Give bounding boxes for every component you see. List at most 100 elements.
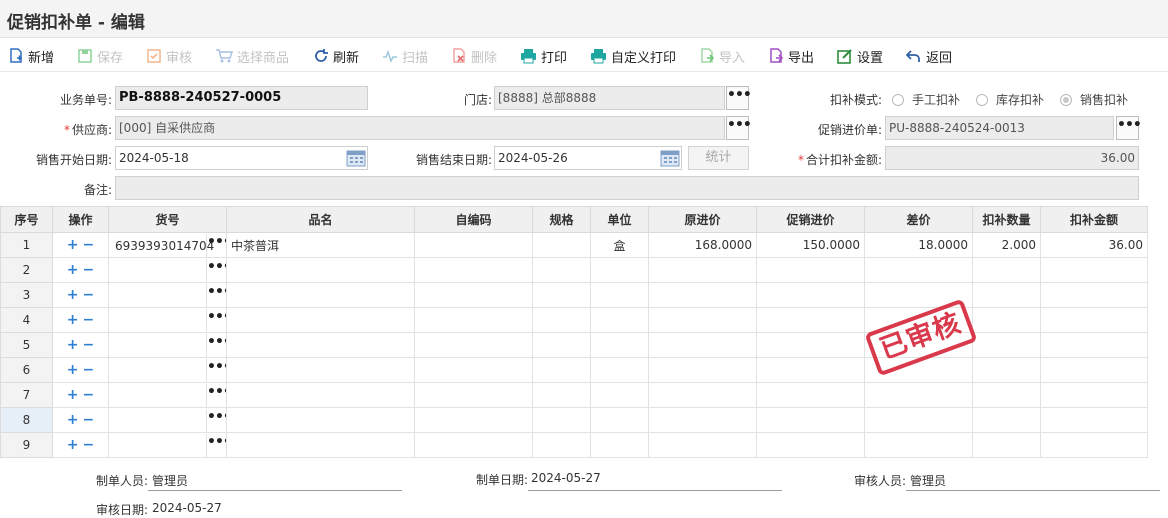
- cell-name[interactable]: [226, 282, 415, 308]
- cell-diff[interactable]: 18.0000: [864, 232, 973, 258]
- col-header-orig-price[interactable]: 原进价: [648, 206, 757, 233]
- cell-amount[interactable]: 36.00: [1040, 232, 1148, 258]
- cell-selfcode[interactable]: [414, 307, 533, 333]
- cell-unit[interactable]: [590, 357, 649, 383]
- custom-print-button[interactable]: 自定义打印: [590, 46, 676, 66]
- import-button[interactable]: 导入: [699, 46, 745, 66]
- cell-unit[interactable]: 盒: [590, 232, 649, 258]
- col-header-unit[interactable]: 单位: [590, 206, 649, 233]
- cell-spec[interactable]: [532, 407, 591, 433]
- cell-name[interactable]: 中茶普洱: [226, 232, 415, 258]
- cell-unit[interactable]: [590, 257, 649, 283]
- supplier-picker-button[interactable]: •••: [726, 116, 752, 140]
- cell-qty[interactable]: [972, 407, 1041, 433]
- mode-sales-radio[interactable]: 销售扣补: [1060, 91, 1128, 108]
- store-field[interactable]: [8888] 总部8888: [494, 86, 725, 110]
- refresh-button[interactable]: 刷新: [313, 46, 359, 66]
- remove-row-icon[interactable]: −: [82, 337, 95, 353]
- end-date-field[interactable]: 2024-05-26: [494, 146, 682, 170]
- cell-name[interactable]: [226, 382, 415, 408]
- remove-row-icon[interactable]: −: [82, 237, 95, 253]
- cell-spec[interactable]: [532, 282, 591, 308]
- select-goods-button[interactable]: 选择商品: [215, 46, 289, 66]
- scan-button[interactable]: 扫描: [382, 46, 428, 66]
- print-button[interactable]: 打印: [520, 46, 567, 66]
- cell-orig-price[interactable]: [648, 332, 757, 358]
- cell-orig-price[interactable]: [648, 357, 757, 383]
- calendar-icon[interactable]: [346, 149, 366, 167]
- cell-spec[interactable]: [532, 432, 591, 458]
- cell-orig-price[interactable]: [648, 432, 757, 458]
- cell-amount[interactable]: [1040, 332, 1148, 358]
- goods-picker-button[interactable]: •••: [206, 433, 226, 457]
- cell-spec[interactable]: [532, 357, 591, 383]
- cell-unit[interactable]: [590, 432, 649, 458]
- table-row[interactable]: 2+ −•••: [0, 257, 1148, 283]
- col-header-diff[interactable]: 差价: [864, 206, 973, 233]
- cell-qty[interactable]: 2.000: [972, 232, 1041, 258]
- cell-promo-price[interactable]: [756, 407, 865, 433]
- goods-picker-button[interactable]: •••: [206, 283, 226, 307]
- cell-selfcode[interactable]: [414, 432, 533, 458]
- col-header-selfcode[interactable]: 自编码: [414, 206, 533, 233]
- settings-button[interactable]: 设置: [837, 46, 883, 66]
- cell-code[interactable]: •••: [108, 357, 227, 383]
- goods-picker-button[interactable]: •••: [206, 333, 226, 357]
- calendar-icon[interactable]: [660, 149, 680, 167]
- cell-code[interactable]: •••: [108, 257, 227, 283]
- supplier-field[interactable]: [000] 自采供应商: [115, 116, 725, 140]
- store-picker-button[interactable]: •••: [726, 86, 752, 110]
- mode-manual-radio[interactable]: 手工扣补: [892, 91, 960, 108]
- cell-amount[interactable]: [1040, 357, 1148, 383]
- cell-selfcode[interactable]: [414, 382, 533, 408]
- cell-diff[interactable]: [864, 382, 973, 408]
- cell-selfcode[interactable]: [414, 357, 533, 383]
- col-header-spec[interactable]: 规格: [532, 206, 591, 233]
- col-header-qty[interactable]: 扣补数量: [972, 206, 1041, 233]
- cell-amount[interactable]: [1040, 282, 1148, 308]
- audit-button[interactable]: 审核: [146, 46, 192, 66]
- cell-amount[interactable]: [1040, 257, 1148, 283]
- cell-spec[interactable]: [532, 382, 591, 408]
- remove-row-icon[interactable]: −: [82, 362, 95, 378]
- table-row[interactable]: 7+ −•••: [0, 382, 1148, 408]
- cell-code[interactable]: •••: [108, 307, 227, 333]
- remove-row-icon[interactable]: −: [82, 287, 95, 303]
- table-row[interactable]: 4+ −•••: [0, 307, 1148, 333]
- col-header-name[interactable]: 品名: [226, 206, 415, 233]
- remove-row-icon[interactable]: −: [82, 412, 95, 428]
- cell-promo-price[interactable]: [756, 432, 865, 458]
- cell-unit[interactable]: [590, 407, 649, 433]
- cell-qty[interactable]: [972, 307, 1041, 333]
- cell-code[interactable]: •••: [108, 382, 227, 408]
- cell-amount[interactable]: [1040, 407, 1148, 433]
- export-button[interactable]: 导出: [768, 46, 814, 66]
- cell-diff[interactable]: [864, 407, 973, 433]
- cell-spec[interactable]: [532, 257, 591, 283]
- add-row-icon[interactable]: +: [67, 237, 79, 253]
- cell-qty[interactable]: [972, 382, 1041, 408]
- remove-row-icon[interactable]: −: [82, 312, 95, 328]
- goods-picker-button[interactable]: •••: [206, 358, 226, 382]
- cell-qty[interactable]: [972, 257, 1041, 283]
- remove-row-icon[interactable]: −: [82, 262, 95, 278]
- add-row-icon[interactable]: +: [67, 337, 79, 353]
- goods-picker-button[interactable]: •••: [206, 233, 226, 257]
- new-button[interactable]: 新增: [8, 46, 54, 66]
- col-header-promo-price[interactable]: 促销进价: [756, 206, 865, 233]
- add-row-icon[interactable]: +: [67, 362, 79, 378]
- cell-name[interactable]: [226, 432, 415, 458]
- goods-picker-button[interactable]: •••: [206, 258, 226, 282]
- cell-orig-price[interactable]: [648, 307, 757, 333]
- add-row-icon[interactable]: +: [67, 437, 79, 453]
- remark-field[interactable]: [115, 176, 1139, 200]
- cell-promo-price[interactable]: [756, 307, 865, 333]
- cell-orig-price[interactable]: 168.0000: [648, 232, 757, 258]
- cell-selfcode[interactable]: [414, 232, 533, 258]
- cell-promo-price[interactable]: [756, 282, 865, 308]
- cell-code[interactable]: •••: [108, 332, 227, 358]
- cell-qty[interactable]: [972, 282, 1041, 308]
- cell-name[interactable]: [226, 407, 415, 433]
- promo-in-field[interactable]: PU-8888-240524-0013: [885, 116, 1114, 140]
- table-row[interactable]: 3+ −•••: [0, 282, 1148, 308]
